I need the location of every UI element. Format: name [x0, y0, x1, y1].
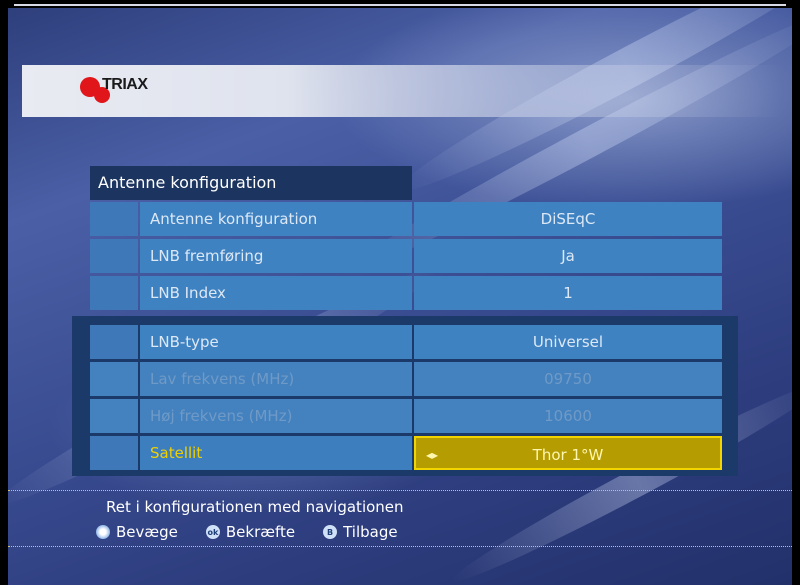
row-label: Antenne konfiguration — [140, 202, 412, 236]
row-label: Høj frekvens (MHz) — [140, 399, 412, 433]
logo-band: TRIAX — [22, 65, 782, 117]
panel-title: Antenne konfiguration — [90, 166, 412, 200]
row-marker — [90, 202, 138, 236]
row-value: 1 — [414, 276, 722, 310]
logo-text: TRIAX — [102, 76, 148, 93]
row-marker — [90, 399, 138, 433]
key-legend: Bevæge ok Bekræfte B Tilbage — [96, 521, 426, 543]
menu-row-lnb-type[interactable]: LNB-type Universel — [90, 325, 722, 359]
footer-divider — [8, 546, 792, 547]
key-label: Bekræfte — [225, 523, 296, 541]
satellite-selector[interactable]: ◂▸ Thor 1°W — [414, 436, 722, 470]
row-label: Satellit — [140, 436, 412, 470]
back-icon: B — [323, 525, 338, 539]
key-hint-navigate: Bevæge — [96, 523, 178, 541]
row-marker — [90, 276, 138, 310]
row-value: Ja — [414, 239, 722, 273]
triax-logo: TRIAX — [80, 75, 170, 109]
row-value: 09750 — [414, 362, 722, 396]
key-label: Bevæge — [116, 523, 178, 541]
row-marker — [90, 239, 138, 273]
menu-row-satellite[interactable]: Satellit ◂▸ Thor 1°W — [90, 436, 722, 470]
row-label: Lav frekvens (MHz) — [140, 362, 412, 396]
top-divider — [14, 4, 786, 6]
key-hint-confirm: ok Bekræfte — [205, 523, 296, 541]
key-hint-back: B Tilbage — [323, 523, 398, 541]
left-right-arrows-icon: ◂▸ — [426, 448, 439, 462]
satellite-value: Thor 1°W — [532, 446, 604, 464]
key-label: Tilbage — [343, 523, 398, 541]
row-label: LNB fremføring — [140, 239, 412, 273]
menu-row-lnb-power[interactable]: LNB fremføring Ja — [90, 239, 722, 273]
row-marker — [90, 325, 138, 359]
help-text: Ret i konfigurationen med navigationen — [106, 498, 404, 516]
footer-divider — [8, 490, 792, 491]
row-marker — [90, 362, 138, 396]
menu-row-low-frequency: Lav frekvens (MHz) 09750 — [90, 362, 722, 396]
nav-icon — [96, 525, 110, 539]
row-marker — [90, 436, 138, 470]
row-label: LNB Index — [140, 276, 412, 310]
menu-row-high-frequency: Høj frekvens (MHz) 10600 — [90, 399, 722, 433]
row-value: DiSEqC — [414, 202, 722, 236]
row-value: 10600 — [414, 399, 722, 433]
menu-row-antenna-config[interactable]: Antenne konfiguration DiSEqC — [90, 202, 722, 236]
row-value: Universel — [414, 325, 722, 359]
ok-icon: ok — [205, 525, 220, 539]
row-label: LNB-type — [140, 325, 412, 359]
menu-row-lnb-index[interactable]: LNB Index 1 — [90, 276, 722, 310]
